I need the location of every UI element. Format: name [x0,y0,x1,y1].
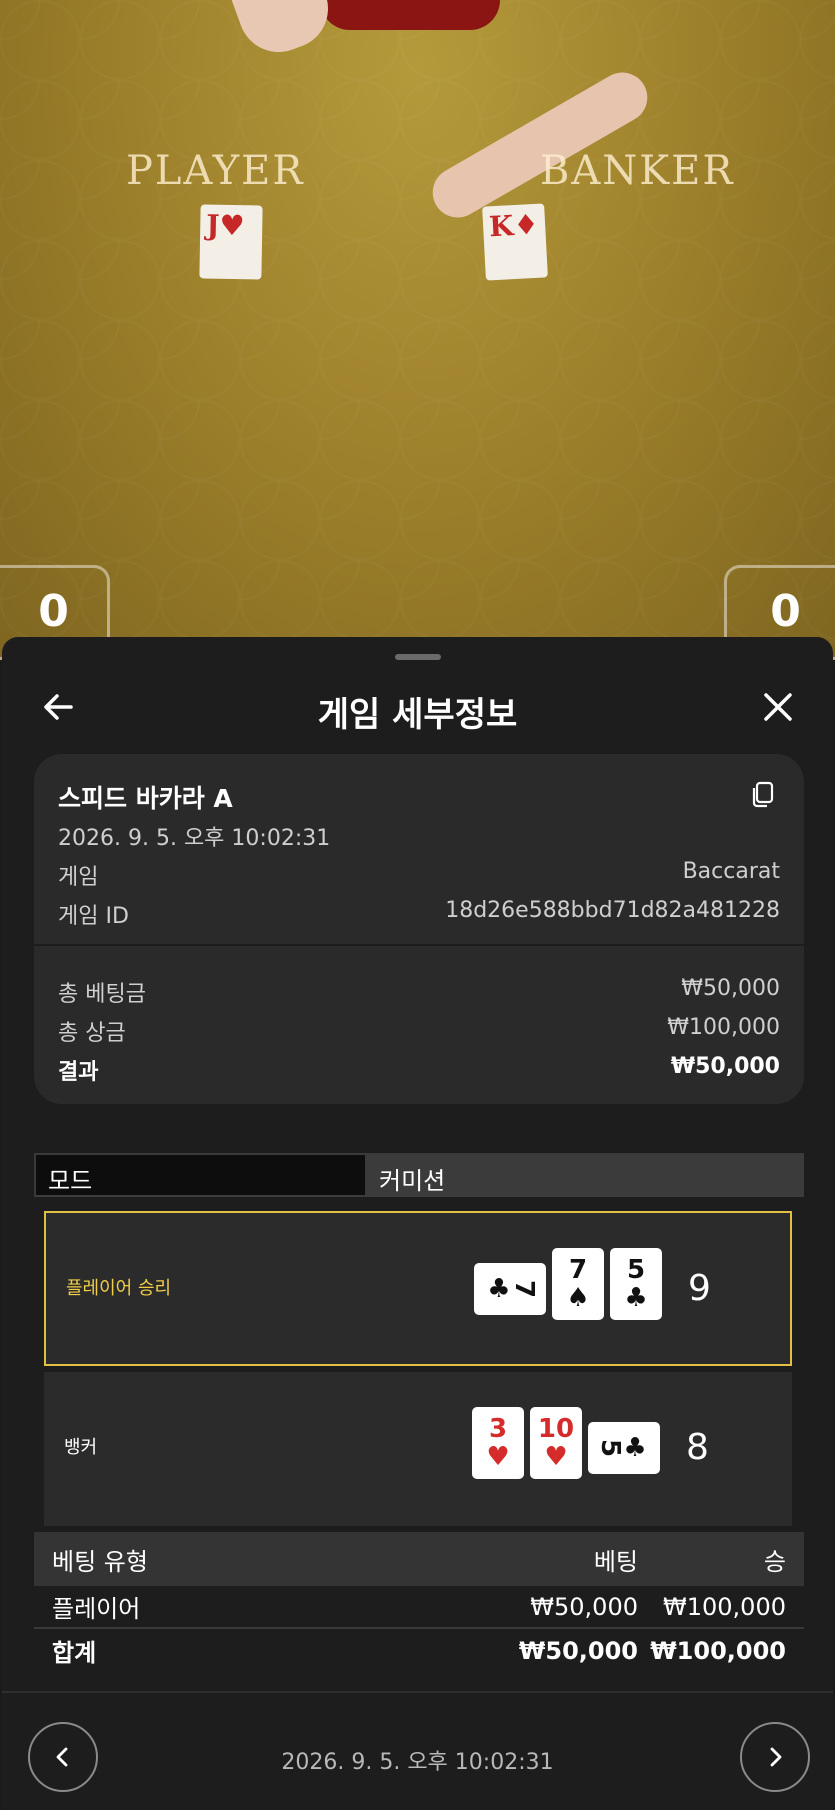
total-win-cell: ₩100,000 [650,1636,786,1665]
live-table-video: PLAYER BANKER J♥ K♦ 0 0 [0,0,835,660]
total-bet-value: ₩50,000 [681,976,780,1001]
footer-timestamp: 2026. 9. 5. 오후 10:02:31 [281,1750,554,1775]
card-suit: ♠ [566,1283,590,1313]
win-amount-cell: ₩100,000 [663,1592,786,1621]
player-hand-total: 9 [688,1268,711,1309]
playing-card: 10 ♥ [530,1407,582,1479]
footer-divider [2,1691,833,1693]
player-cards: ♣ 7 7 ♠ 5 ♣ [474,1248,662,1320]
table-player-label: PLAYER [126,148,305,194]
bet-type-cell: 플레이어 [52,1595,141,1623]
tab-mode[interactable]: 모드 [34,1153,367,1195]
table-banker-label: BANKER [540,148,735,194]
header-bet: 베팅 [593,1547,638,1576]
bets-table: 베팅 유형 베팅 승 플레이어 ₩50,000 ₩100,000 합계 ₩50,… [34,1532,804,1672]
playing-card: 7 ♠ [552,1248,604,1320]
card-suit: ♣ [624,1283,648,1313]
game-id-value: 18d26e588bbd71d82a481228 [445,898,780,923]
playing-card: 3 ♥ [472,1407,524,1479]
card-rank: 5 [595,1438,626,1458]
banker-hand-label: 뱅커 [64,1437,98,1458]
close-button[interactable] [754,683,802,731]
summary-divider [34,944,804,946]
game-summary-card: 스피드 바카라 A 2026. 9. 5. 오후 10:02:31 게임 Bac… [34,754,804,1104]
card-suit: ♥ [544,1442,568,1472]
playing-card: 5 ♣ [588,1422,660,1474]
table-player-card: J♥ [199,204,263,280]
banker-hand-total: 8 [686,1427,709,1468]
table-banker-card: K♦ [482,203,548,281]
table-name: 스피드 바카라 A [58,784,233,813]
tab-commission[interactable]: 커미션 [367,1153,804,1195]
card-rank: 7 [508,1279,539,1299]
copy-icon[interactable] [748,779,778,809]
header-win: 승 [763,1547,786,1576]
card-rank: 3 [488,1414,508,1444]
total-win-value: ₩100,000 [667,1015,780,1040]
table-total-row: 합계 ₩50,000 ₩100,000 [34,1629,804,1672]
player-hand-label: 플레이어 승리 [66,1278,172,1299]
next-game-button[interactable] [740,1722,810,1792]
total-type-cell: 합계 [52,1639,97,1667]
sheet-grabber[interactable] [395,654,441,660]
playing-card: 5 ♣ [610,1248,662,1320]
playing-card: ♣ 7 [474,1263,546,1315]
card-rank: 7 [568,1255,588,1285]
table-row: 플레이어 ₩50,000 ₩100,000 [34,1586,804,1629]
sheet-title: 게임 세부정보 [317,695,518,735]
total-bet-row: 총 베팅금 ₩50,000 [58,976,780,1008]
card-suit: ♣ [487,1274,511,1304]
chevron-right-icon [770,1747,782,1767]
sheet-header: 게임 세부정보 [2,677,833,737]
mode-tabs: 모드 커미션 [34,1153,804,1197]
banker-cards: 3 ♥ 10 ♥ 5 ♣ [472,1407,660,1479]
player-hand-row: 플레이어 승리 ♣ 7 7 ♠ 5 ♣ 9 [44,1211,792,1366]
game-label: 게임 [58,865,99,890]
dealer-body [320,0,500,30]
card-suit: ♥ [486,1442,510,1472]
card-suit: ♣ [623,1433,647,1463]
card-rank: 10 [537,1414,575,1444]
table-felt-pattern [0,0,835,660]
result-value: ₩50,000 [670,1054,780,1079]
total-win-label: 총 상금 [58,1021,126,1046]
total-bet-cell: ₩50,000 [518,1636,638,1665]
game-row: 게임 Baccarat [58,859,780,891]
total-win-row: 총 상금 ₩100,000 [58,1015,780,1047]
game-details-sheet: 게임 세부정보 스피드 바카라 A 2026. 9. 5. 오후 10:02:3… [2,637,833,1810]
banker-hand-row: 뱅커 3 ♥ 10 ♥ 5 ♣ 8 [44,1372,792,1526]
game-value: Baccarat [682,859,780,884]
game-timestamp: 2026. 9. 5. 오후 10:02:31 [58,826,331,851]
bets-table-header: 베팅 유형 베팅 승 [34,1532,804,1586]
bet-amount-cell: ₩50,000 [530,1592,638,1621]
header-bet-type: 베팅 유형 [52,1547,148,1576]
game-id-label: 게임 ID [58,904,129,929]
result-row: 결과 ₩50,000 [58,1054,780,1086]
result-label: 결과 [58,1060,99,1085]
total-bet-label: 총 베팅금 [58,982,146,1007]
close-icon [764,693,792,721]
game-id-row: 게임 ID 18d26e588bbd71d82a481228 [58,898,780,930]
card-rank: 5 [626,1255,646,1285]
